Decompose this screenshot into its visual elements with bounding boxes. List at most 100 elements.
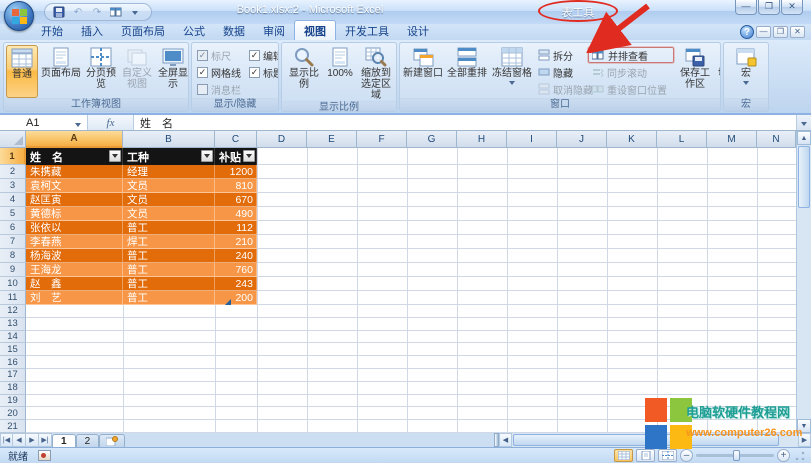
tab-插入[interactable]: 插入: [72, 21, 112, 40]
tab-公式[interactable]: 公式: [174, 21, 214, 40]
cell-job[interactable]: 文员: [123, 207, 215, 221]
tab-数据[interactable]: 数据: [214, 21, 254, 40]
freeze-panes-button[interactable]: 冻结窗格: [490, 45, 534, 98]
vertical-scroll-thumb[interactable]: [798, 146, 810, 208]
checkbox-ruler[interactable]: ✓标尺: [197, 48, 241, 63]
table-header-cell[interactable]: 工种: [123, 148, 215, 165]
tab-开始[interactable]: 开始: [32, 21, 72, 40]
cell-allowance[interactable]: 1200: [215, 165, 257, 179]
insert-worksheet-tab[interactable]: [99, 434, 125, 447]
row-header-10[interactable]: 10: [0, 277, 26, 291]
row-header-1[interactable]: 1: [0, 148, 26, 165]
row-header-4[interactable]: 4: [0, 193, 26, 207]
column-header-N[interactable]: N: [757, 131, 796, 148]
cell-job[interactable]: 普工: [123, 221, 215, 235]
next-sheet-icon[interactable]: ▶: [26, 433, 39, 447]
page-break-preview-button[interactable]: 分页预览: [84, 45, 118, 98]
checkbox-formula-bar[interactable]: ✓编辑栏: [249, 48, 279, 63]
cell-name[interactable]: 袁柯文: [26, 179, 123, 193]
tab-视图[interactable]: 视图: [294, 20, 336, 40]
column-header-I[interactable]: I: [507, 131, 557, 148]
undo-icon[interactable]: ↶: [70, 5, 86, 19]
vertical-scrollbar[interactable]: ▲ ▼: [796, 131, 811, 433]
zoom-100-button[interactable]: 100%: [325, 45, 355, 101]
save-workspace-button[interactable]: 保存工作区: [675, 45, 715, 98]
scroll-left-icon[interactable]: ◀: [499, 433, 512, 447]
row-header-14[interactable]: 14: [0, 331, 26, 344]
cell-name[interactable]: 赵 鑫: [26, 277, 123, 291]
row-header-16[interactable]: 16: [0, 356, 26, 369]
switch-windows-button[interactable]: 切换窗口: [716, 45, 721, 98]
row-header-8[interactable]: 8: [0, 249, 26, 263]
maximize-button[interactable]: ❐: [758, 0, 780, 15]
fx-icon[interactable]: fx: [88, 115, 134, 130]
column-header-G[interactable]: G: [407, 131, 457, 148]
page-layout-view-button[interactable]: 页面布局: [39, 45, 83, 98]
row-header-9[interactable]: 9: [0, 263, 26, 277]
filter-dropdown-icon[interactable]: [201, 150, 213, 162]
cell-allowance[interactable]: 670: [215, 193, 257, 207]
column-header-K[interactable]: K: [607, 131, 657, 148]
cell-job[interactable]: 普工: [123, 263, 215, 277]
cell-name[interactable]: 杨海波: [26, 249, 123, 263]
record-macro-icon[interactable]: [38, 450, 51, 461]
cell-name[interactable]: 刘 艺: [26, 291, 123, 305]
normal-view-button[interactable]: 普通: [6, 45, 38, 98]
sheet-tab-1[interactable]: 1: [52, 434, 76, 447]
column-header-C[interactable]: C: [215, 131, 257, 148]
previous-sheet-icon[interactable]: ◀: [13, 433, 26, 447]
hide-button[interactable]: 隐藏: [535, 64, 587, 80]
split-button[interactable]: 拆分: [535, 47, 587, 63]
cell-job[interactable]: 文员: [123, 179, 215, 193]
tab-审阅[interactable]: 审阅: [254, 21, 294, 40]
workbook-restore-button[interactable]: ❐: [773, 26, 788, 38]
column-header-J[interactable]: J: [557, 131, 607, 148]
row-header-5[interactable]: 5: [0, 207, 26, 221]
cell-job[interactable]: 文员: [123, 193, 215, 207]
workbook-minimize-button[interactable]: —: [756, 26, 771, 38]
help-icon[interactable]: ?: [740, 25, 754, 39]
cell-name[interactable]: 王海龙: [26, 263, 123, 277]
column-header-D[interactable]: D: [257, 131, 307, 148]
scroll-up-icon[interactable]: ▲: [797, 131, 811, 145]
workbook-close-button[interactable]: ✕: [790, 26, 805, 38]
cell-allowance[interactable]: 810: [215, 179, 257, 193]
minimize-button[interactable]: —: [735, 0, 757, 15]
normal-view-icon[interactable]: [614, 449, 633, 462]
arrange-all-button[interactable]: 全部重排: [445, 45, 489, 98]
full-screen-button[interactable]: 全屏显示: [156, 45, 189, 98]
formula-bar-expand-button[interactable]: [796, 115, 811, 130]
reset-window-position-button[interactable]: 重设窗口位置: [588, 81, 674, 97]
column-header-A[interactable]: A: [26, 131, 123, 148]
column-header-F[interactable]: F: [357, 131, 407, 148]
column-header-E[interactable]: E: [307, 131, 357, 148]
cell-job[interactable]: 普工: [123, 277, 215, 291]
cells-area[interactable]: 姓 名工种补贴朱携藏经理1200袁柯文文员810赵匡寅文员670黄德标文员490…: [26, 148, 796, 433]
cell-job[interactable]: 普工: [123, 291, 215, 305]
cell-allowance[interactable]: 240: [215, 249, 257, 263]
row-header-18[interactable]: 18: [0, 382, 26, 395]
first-sheet-icon[interactable]: |◀: [0, 433, 13, 447]
new-window-button[interactable]: 新建窗口: [402, 45, 444, 98]
row-header-20[interactable]: 20: [0, 407, 26, 420]
macros-button[interactable]: 宏: [729, 45, 763, 98]
checkbox-headings[interactable]: ✓标题: [249, 65, 279, 80]
switch-windows-icon[interactable]: [108, 5, 124, 19]
cell-allowance[interactable]: 490: [215, 207, 257, 221]
office-button[interactable]: [4, 1, 34, 31]
last-sheet-icon[interactable]: ▶|: [39, 433, 52, 447]
column-header-H[interactable]: H: [457, 131, 507, 148]
checkbox-message-bar[interactable]: 消息栏: [197, 82, 241, 97]
close-button[interactable]: ✕: [781, 0, 803, 15]
redo-icon[interactable]: ↷: [89, 5, 105, 19]
cell-name[interactable]: 朱携藏: [26, 165, 123, 179]
table-header-cell[interactable]: 姓 名: [26, 148, 123, 165]
row-header-11[interactable]: 11: [0, 291, 26, 305]
formula-input[interactable]: 姓 名: [134, 115, 796, 130]
column-header-L[interactable]: L: [657, 131, 707, 148]
row-header-17[interactable]: 17: [0, 369, 26, 382]
zoom-to-selection-button[interactable]: 缩放到选定区域: [356, 45, 396, 101]
customize-quick-access-icon[interactable]: [127, 5, 143, 19]
cell-name[interactable]: 赵匡寅: [26, 193, 123, 207]
row-header-21[interactable]: 21: [0, 420, 26, 433]
